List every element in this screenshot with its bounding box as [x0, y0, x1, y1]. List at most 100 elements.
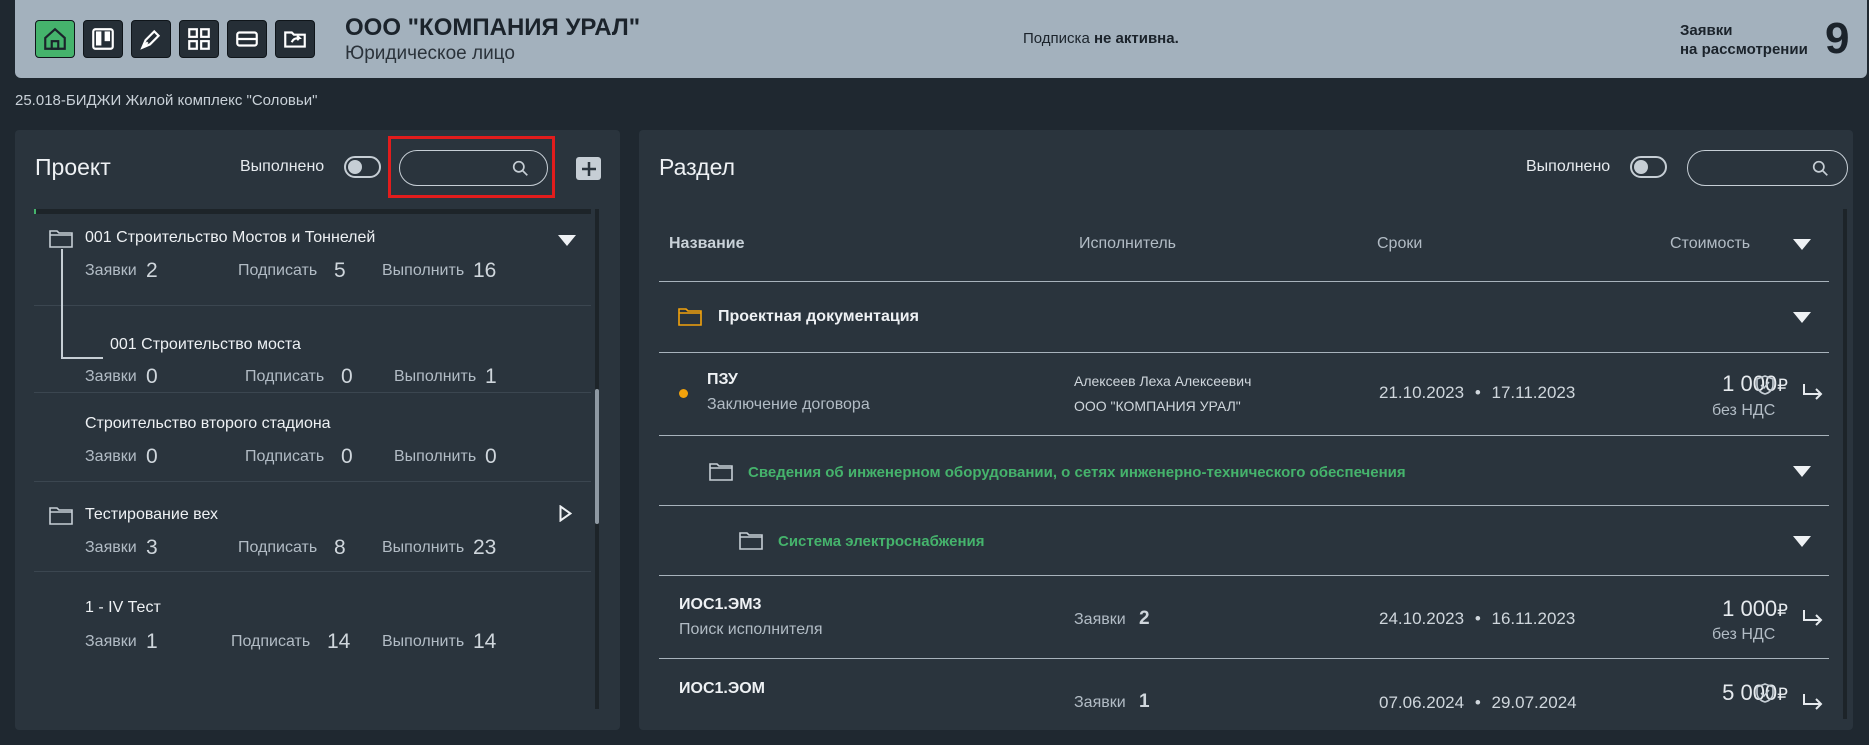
execute-value: 14 [473, 630, 497, 653]
execute-value: 1 [485, 365, 497, 388]
column-header-cost[interactable]: Стоимость [1670, 235, 1750, 253]
collapse-triangle-icon[interactable] [1793, 312, 1811, 323]
kanban-button[interactable] [83, 20, 123, 58]
folder-share-button[interactable] [275, 20, 315, 58]
column-header-name[interactable]: Название [669, 235, 745, 253]
folder-title: Проектная документация [718, 308, 919, 325]
date-end: 16.11.2023 [1491, 609, 1576, 628]
project-item[interactable]: Строительство второго стадиона Заявки 0 … [34, 393, 591, 482]
date-end: 29.07.2024 [1491, 693, 1577, 712]
section-status: Поиск исполнителя [679, 621, 823, 638]
execute-value: 0 [485, 445, 497, 468]
folder-title: Система электроснабжения [778, 533, 985, 550]
project-name: 001 Строительство моста [110, 336, 301, 353]
execute-label: Выполнить [382, 262, 465, 279]
list-fade-mask [34, 709, 591, 730]
requests-label: Заявки [85, 262, 137, 279]
expand-triangle-icon[interactable] [559, 505, 572, 522]
breadcrumb[interactable]: 25.018-БИДЖИ Жилой комплекс "Соловьи" [15, 92, 317, 109]
collapse-triangle-icon[interactable] [558, 235, 576, 246]
date-range: 24.10.2023 • 16.11.2023 [1379, 609, 1575, 629]
currency-symbol: ₽ [1777, 685, 1788, 704]
project-item[interactable]: 1 - IV Тест Заявки 1 Подписать 14 Выполн… [34, 572, 591, 672]
sign-value: 5 [334, 259, 346, 282]
column-header-executor[interactable]: Исполнитель [1079, 235, 1176, 253]
collapse-all-triangle-icon[interactable] [1793, 239, 1811, 250]
row-divider [659, 658, 1829, 659]
pen-icon [140, 29, 161, 50]
sign-label: Подписать [231, 633, 311, 650]
search-icon [512, 160, 528, 176]
execute-label: Выполнить [394, 448, 477, 465]
project-panel: Проект Выполнено 001 Строительство Мосто… [15, 130, 620, 730]
date-start: 24.10.2023 [1379, 609, 1465, 628]
section-code: ИОС1.ЭОМ [679, 680, 765, 697]
row-divider [659, 575, 1829, 576]
project-list-scrollbar[interactable] [595, 209, 599, 709]
section-search-input[interactable] [1687, 150, 1848, 186]
scrollbar-thumb[interactable] [595, 389, 599, 524]
dashboard-button[interactable] [179, 20, 219, 58]
execute-value: 23 [473, 536, 497, 559]
section-scrollbar[interactable] [1843, 209, 1847, 719]
done-filter-toggle[interactable] [1630, 156, 1667, 178]
sign-label: Подписать [238, 539, 318, 556]
home-button[interactable] [35, 20, 75, 58]
subscription-value: не активна. [1093, 30, 1179, 47]
execute-label: Выполнить [382, 633, 465, 650]
project-item[interactable]: 001 Строительство моста Заявки 0 Подписа… [34, 306, 591, 393]
project-name: Тестирование вех [85, 506, 219, 523]
date-end: 17.11.2023 [1491, 383, 1576, 402]
vat-note: без НДС [1712, 402, 1776, 419]
add-project-button[interactable] [576, 157, 601, 180]
execute-label: Выполнить [394, 368, 477, 385]
row-divider [659, 505, 1829, 506]
done-filter-toggle[interactable] [344, 156, 381, 178]
folder-icon [49, 230, 73, 248]
execute-label: Выполнить [382, 539, 465, 556]
search-icon [1812, 160, 1828, 176]
folder-icon [739, 532, 763, 550]
plus-icon [581, 161, 596, 176]
requests-label: Заявки [1074, 611, 1126, 628]
folder-share-icon [284, 31, 306, 48]
folder-icon [49, 507, 73, 525]
requests-value: 3 [146, 536, 158, 559]
collapse-triangle-icon[interactable] [1793, 536, 1811, 547]
kanban-icon [92, 28, 114, 50]
executor-name: Алексеев Леха Алексеевич [1074, 373, 1252, 389]
requests-value: 0 [146, 445, 158, 468]
pen-button[interactable] [131, 20, 171, 58]
date-start: 07.06.2024 [1379, 693, 1465, 712]
stack-button[interactable] [227, 20, 267, 58]
date-range: 21.10.2023 • 17.11.2023 [1379, 383, 1575, 403]
subscription-status: Подписка не активна. [1023, 30, 1179, 47]
requests-value: 0 [146, 365, 158, 388]
company-type: Юридическое лицо [345, 43, 515, 64]
section-panel-title: Раздел [659, 154, 736, 180]
requests-label: Заявки [85, 539, 137, 556]
section-code: ПЗУ [707, 371, 738, 388]
done-filter-label: Выполнено [240, 158, 325, 175]
requests-value: 1 [146, 630, 158, 653]
forward-arrow-icon[interactable] [1802, 692, 1824, 712]
requests-value: 1 [1139, 691, 1150, 712]
requests-label: Заявки [85, 448, 137, 465]
column-header-dates[interactable]: Сроки [1377, 235, 1422, 253]
row-divider [659, 352, 1829, 353]
forward-arrow-icon[interactable] [1802, 382, 1824, 402]
requests-label: Заявки [85, 368, 137, 385]
pending-requests-count[interactable]: 9 [1825, 14, 1849, 64]
sign-label: Подписать [238, 262, 318, 279]
date-separator: • [1474, 693, 1481, 712]
price: 1 000₽ [1674, 596, 1788, 622]
forward-arrow-icon[interactable] [1802, 608, 1824, 628]
project-name: 1 - IV Тест [85, 599, 161, 616]
section-status: Заключение договора [707, 396, 870, 413]
collapse-triangle-icon[interactable] [1793, 466, 1811, 477]
project-item[interactable]: Тестирование вех Заявки 3 Подписать 8 Вы… [34, 482, 591, 572]
home-icon [44, 27, 66, 50]
project-search-input[interactable] [399, 150, 548, 186]
date-separator: • [1474, 383, 1481, 402]
project-item[interactable]: 001 Строительство Мостов и Тоннелей Заяв… [34, 214, 591, 306]
